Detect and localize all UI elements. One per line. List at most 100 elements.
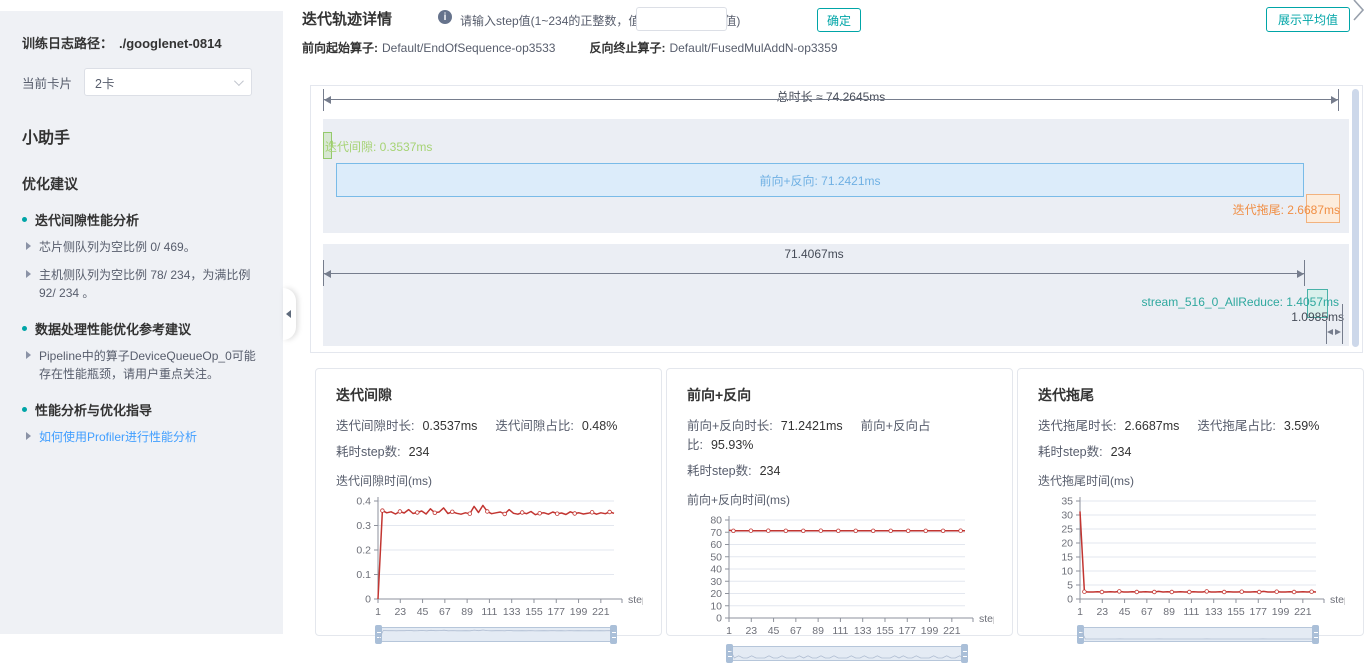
show-average-button[interactable]: 展示平均值 (1266, 7, 1350, 32)
duration-label: 前向+反向时长: (687, 419, 773, 433)
svg-text:step: step (1330, 594, 1345, 606)
arrow-end-tick (323, 260, 324, 286)
iteration-tail-card: 迭代拖尾 迭代拖尾时长:2.6687ms迭代拖尾占比:3.59% 耗时step数… (1017, 368, 1364, 636)
section-performance-guide: 性能分析与优化指导 如何使用Profiler进行性能分析 (22, 400, 265, 447)
steps-label: 耗时step数: (1038, 445, 1103, 459)
arrow-end-tick (1338, 89, 1339, 111)
svg-text:111: 111 (1183, 606, 1199, 618)
forward-backward-zoom-slider[interactable] (729, 646, 965, 661)
info-icon[interactable]: i (438, 10, 452, 24)
section-title: 迭代间隙性能分析 (22, 210, 265, 229)
forward-backward-block[interactable]: 前向+反向: 71.2421ms (336, 163, 1304, 197)
list-item[interactable]: Pipeline中的算子DeviceQueueOp_0可能存在性能瓶颈，请用户重… (26, 347, 265, 384)
svg-text:0: 0 (1067, 594, 1073, 606)
svg-text:133: 133 (1205, 606, 1223, 618)
section-title-text: 性能分析与优化指导 (35, 400, 152, 419)
svg-text:23: 23 (1096, 606, 1108, 618)
svg-text:1: 1 (1077, 606, 1083, 618)
ratio-value: 95.93% (711, 438, 753, 452)
svg-text:35: 35 (1061, 496, 1073, 508)
backward-op-label: 反向终止算子: (589, 41, 665, 55)
list-item[interactable]: 芯片侧队列为空比例 0/ 469。 (26, 238, 265, 257)
chart-title: 前向+反向时间(ms) (687, 491, 992, 508)
section-title-text: 数据处理性能优化参考建议 (35, 319, 191, 338)
svg-text:177: 177 (1250, 606, 1268, 618)
arrow-end-tick (323, 89, 324, 111)
iteration-tail-zoom-slider[interactable] (1080, 627, 1316, 642)
ratio-label: 迭代间隙占比: (495, 419, 573, 433)
ratio-value: 0.48% (582, 419, 617, 433)
assistant-title: 小助手 (22, 124, 265, 148)
operators-row: 前向起始算子: Default/EndOfSequence-op3533 反向终止算… (302, 39, 838, 56)
svg-text:0.1: 0.1 (356, 569, 371, 581)
svg-text:60: 60 (710, 539, 722, 551)
svg-text:0.3: 0.3 (356, 520, 371, 532)
steps-value: 234 (760, 464, 781, 478)
caret-right-icon (26, 432, 31, 440)
sidebar: 训练日志路径：./googlenet-0814 当前卡片 2卡 小助手 优化建议… (0, 11, 283, 634)
tail-gap-label: 1.0985ms (1291, 310, 1344, 324)
chevron-down-icon (234, 76, 244, 86)
svg-text:step: step (628, 594, 643, 606)
timeline-panel: 总时长 ≈ 74.2645ms 迭代间隙: 0.3537ms 前向+反向: 71… (310, 85, 1363, 353)
svg-text:5: 5 (1067, 580, 1073, 592)
confirm-button[interactable]: 确定 (817, 8, 861, 32)
caret-right-icon (26, 242, 31, 250)
svg-text:45: 45 (768, 625, 780, 637)
svg-text:70: 70 (710, 527, 722, 539)
svg-text:10: 10 (1061, 566, 1073, 578)
iteration-gap-zoom-slider[interactable] (378, 627, 614, 642)
card-select-value: 2卡 (95, 73, 114, 92)
profiler-guide-link[interactable]: 如何使用Profiler进行性能分析 (26, 428, 265, 447)
measure-tick (1342, 304, 1343, 344)
svg-text:20: 20 (710, 588, 722, 600)
svg-text:25: 25 (1061, 524, 1073, 536)
chart-title: 迭代拖尾时间(ms) (1038, 472, 1343, 489)
svg-text:80: 80 (710, 515, 722, 527)
step-input[interactable] (636, 7, 727, 31)
card-select[interactable]: 2卡 (84, 68, 252, 96)
section-title-text: 迭代间隙性能分析 (35, 210, 139, 229)
svg-text:23: 23 (745, 625, 757, 637)
svg-text:67: 67 (439, 606, 451, 618)
card-title: 迭代间隙 (336, 385, 641, 405)
steps-label: 耗时step数: (687, 464, 752, 478)
summary-cards: 迭代间隙 迭代间隙时长:0.3537ms迭代间隙占比:0.48% 耗时step数… (315, 368, 1364, 636)
svg-text:0.2: 0.2 (356, 545, 371, 557)
bullet-icon (22, 407, 27, 412)
iteration-gap-card: 迭代间隙 迭代间隙时长:0.3537ms迭代间隙占比:0.48% 耗时step数… (315, 368, 662, 636)
section-iteration-gap-analysis: 迭代间隙性能分析 芯片侧队列为空比例 0/ 469。 主机侧队列为空比例 78/… (22, 210, 265, 303)
iteration-gap-chart: 00.10.20.30.4123456789111133155177199221… (336, 491, 643, 623)
list-item-text: 主机侧队列为空比例 78/ 234，为满比例 92/ 234 。 (39, 266, 265, 303)
chevron-right-icon[interactable] (1350, 0, 1366, 23)
section-data-processing-advice: 数据处理性能优化参考建议 Pipeline中的算子DeviceQueueOp_0… (22, 319, 265, 384)
steps-label: 耗时step数: (336, 445, 401, 459)
ratio-label: 迭代拖尾占比: (1197, 419, 1275, 433)
svg-text:1: 1 (726, 625, 732, 637)
page-title: 迭代轨迹详情 (302, 8, 392, 29)
duration-label: 迭代间隙时长: (336, 419, 414, 433)
total-duration-label: 总时长 ≈ 74.2645ms (324, 88, 1338, 105)
svg-text:155: 155 (525, 606, 543, 618)
forward-op-label: 前向起始算子: (302, 41, 378, 55)
list-item-text: 芯片侧队列为空比例 0/ 469。 (39, 238, 196, 257)
svg-text:50: 50 (710, 551, 722, 563)
svg-text:133: 133 (503, 606, 521, 618)
bullet-icon (22, 217, 27, 222)
list-item[interactable]: 主机侧队列为空比例 78/ 234，为满比例 92/ 234 。 (26, 266, 265, 303)
arrow-end-tick (1304, 260, 1305, 286)
collapse-left-icon (286, 310, 291, 318)
duration-value: 2.6687ms (1124, 419, 1179, 433)
svg-text:89: 89 (812, 625, 824, 637)
svg-text:221: 221 (1294, 606, 1312, 618)
svg-text:199: 199 (921, 625, 939, 637)
svg-text:67: 67 (1141, 606, 1153, 618)
forward-op-value: Default/EndOfSequence-op3533 (382, 41, 555, 55)
forward-backward-label: 前向+反向: 71.2421ms (759, 172, 880, 189)
caret-right-icon (26, 270, 31, 278)
step-trace-row-2: 71.4067ms stream_516_0_AllReduce: 1.4057… (323, 244, 1349, 346)
sidebar-collapse-handle[interactable] (283, 288, 296, 340)
svg-text:0.4: 0.4 (356, 496, 371, 508)
svg-text:199: 199 (1272, 606, 1290, 618)
timeline-scrollbar[interactable] (1352, 89, 1359, 347)
